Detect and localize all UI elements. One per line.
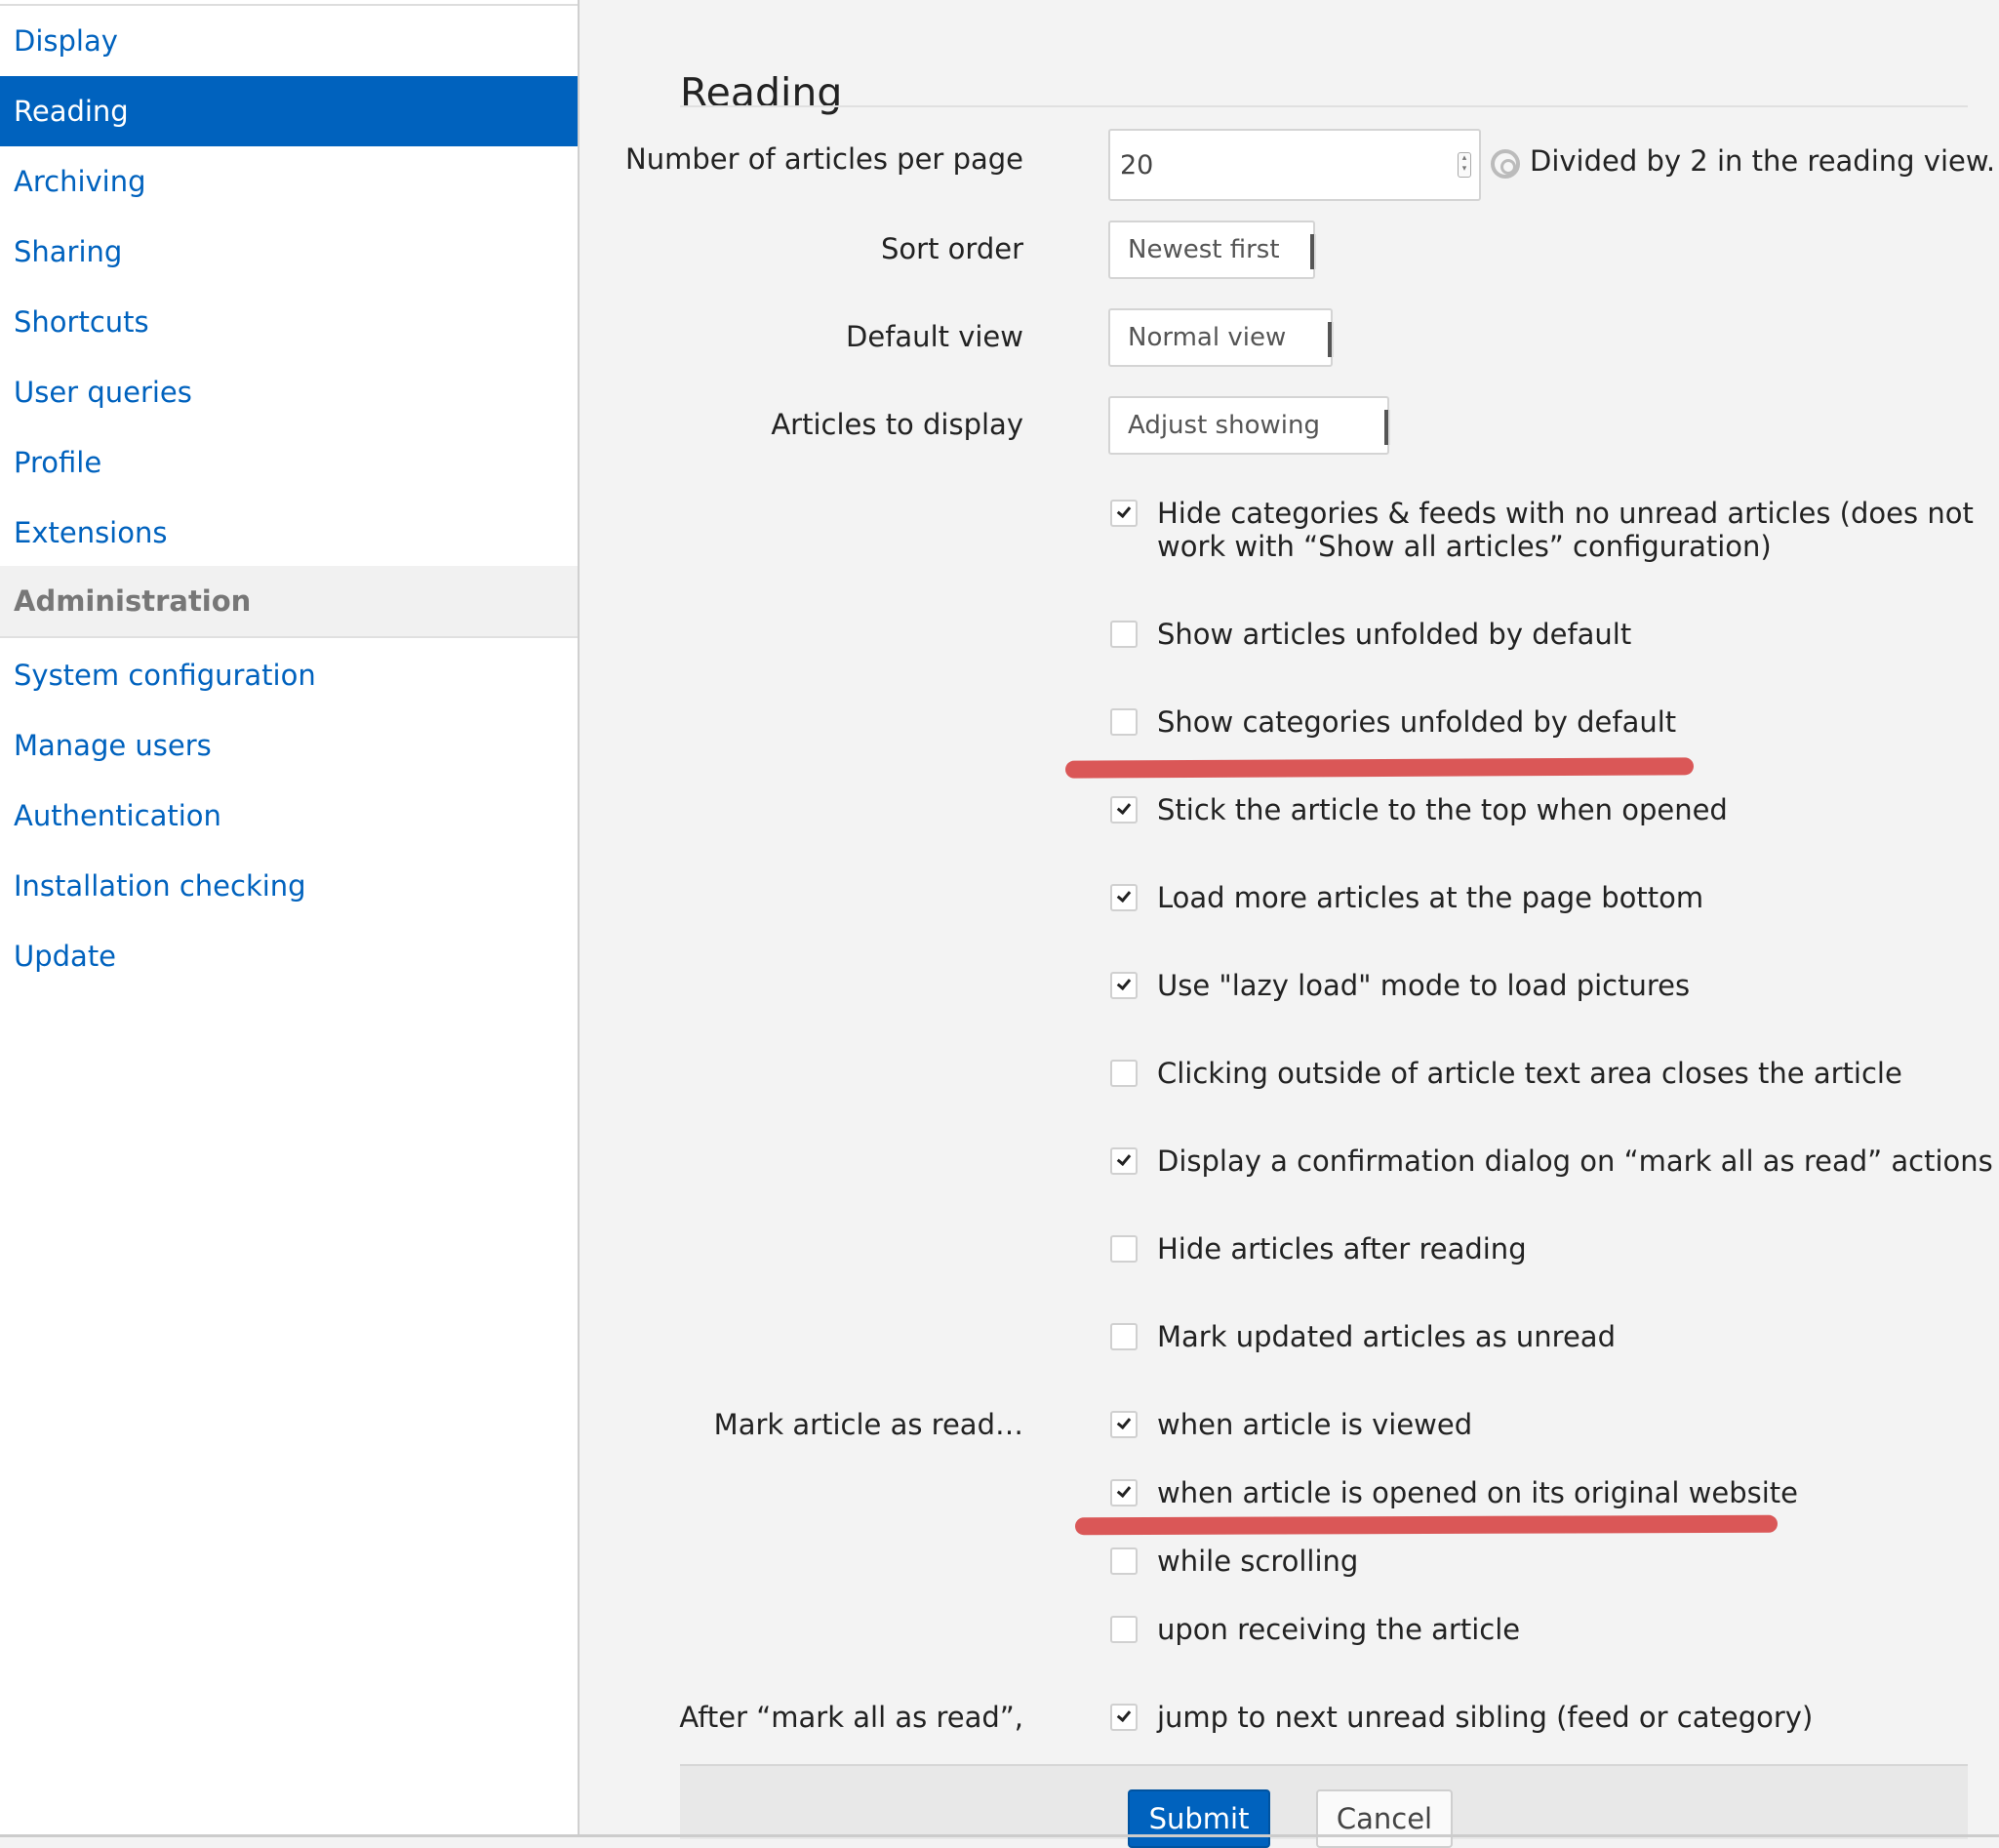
- checkbox[interactable]: [1110, 1147, 1138, 1175]
- option-label: Hide categories & feeds with no unread a…: [1157, 497, 1974, 563]
- select-caret-icon: [1328, 322, 1334, 357]
- option-label: upon receiving the article: [1157, 1613, 1521, 1646]
- checkbox[interactable]: [1110, 1060, 1138, 1087]
- cancel-button[interactable]: Cancel: [1316, 1789, 1453, 1848]
- sort-order-select[interactable]: Newest first: [1108, 221, 1316, 279]
- annotation-underline: [1074, 1514, 1779, 1536]
- option-click-outside-closes[interactable]: Clicking outside of article text area cl…: [1108, 1057, 1902, 1090]
- articles-to-display-select[interactable]: Adjust showing: [1108, 396, 1390, 455]
- sidebar-item-update[interactable]: Update: [0, 921, 578, 991]
- checkbox[interactable]: [1110, 1411, 1138, 1438]
- checkbox[interactable]: [1110, 1323, 1138, 1350]
- option-label: when article is viewed: [1157, 1408, 1473, 1441]
- option-mark-updated-unread[interactable]: Mark updated articles as unread: [1108, 1320, 1616, 1353]
- checkbox[interactable]: [1110, 708, 1138, 736]
- option-label: jump to next unread sibling (feed or cat…: [1157, 1701, 1814, 1734]
- option-load-more-bottom[interactable]: Load more articles at the page bottom: [1108, 881, 1703, 914]
- checkbox[interactable]: [1110, 1235, 1138, 1263]
- sidebar-item-installation-checking[interactable]: Installation checking: [0, 851, 578, 921]
- settings-sidebar: Display Reading Archiving Sharing Shortc…: [0, 0, 580, 1837]
- checkbox[interactable]: [1110, 1616, 1138, 1643]
- sidebar-item-shortcuts[interactable]: Shortcuts: [0, 287, 578, 357]
- option-stick-article-top[interactable]: Stick the article to the top when opened: [1108, 793, 1728, 826]
- checkbox[interactable]: [1110, 1479, 1138, 1507]
- option-label: Use "lazy load" mode to load pictures: [1157, 969, 1691, 1002]
- sidebar-item-authentication[interactable]: Authentication: [0, 781, 578, 851]
- spinner-arrows-icon[interactable]: ▴ ▾: [1458, 152, 1471, 178]
- option-label: Show categories unfolded by default: [1157, 705, 1677, 739]
- option-label: Show articles unfolded by default: [1157, 618, 1632, 651]
- checkbox[interactable]: [1110, 796, 1138, 824]
- option-confirm-mark-all[interactable]: Display a confirmation dialog on “mark a…: [1108, 1145, 1993, 1178]
- articles-to-display-label: Articles to display: [771, 408, 1023, 441]
- articles-to-display-value: Adjust showing: [1128, 411, 1320, 440]
- sidebar-item-display[interactable]: Display: [0, 6, 578, 76]
- option-label: while scrolling: [1157, 1545, 1359, 1578]
- option-show-categories-unfolded[interactable]: Show categories unfolded by default: [1108, 705, 1676, 739]
- articles-per-page-help: Divided by 2 in the reading view.: [1530, 144, 1996, 178]
- option-label: Stick the article to the top when opened: [1157, 793, 1728, 826]
- select-caret-icon: [1310, 234, 1316, 269]
- sort-order-value: Newest first: [1128, 235, 1280, 264]
- after-mark-all-label: After “mark all as read”,: [679, 1701, 1023, 1734]
- sidebar-item-manage-users[interactable]: Manage users: [0, 710, 578, 781]
- mark-read-when-opened-original[interactable]: when article is opened on its original w…: [1108, 1476, 1798, 1509]
- select-caret-icon: [1384, 410, 1390, 445]
- option-show-articles-unfolded[interactable]: Show articles unfolded by default: [1108, 618, 1631, 651]
- option-label: Hide articles after reading: [1157, 1232, 1527, 1265]
- page-title: Reading: [680, 69, 843, 117]
- sort-order-label: Sort order: [881, 232, 1023, 265]
- reading-settings-panel: Reading Number of articles per page ▴▾ D…: [580, 0, 1999, 1848]
- option-lazy-load[interactable]: Use "lazy load" mode to load pictures: [1108, 969, 1690, 1002]
- default-view-label: Default view: [846, 320, 1023, 353]
- option-label: Mark updated articles as unread: [1157, 1320, 1616, 1353]
- articles-per-page-input[interactable]: [1108, 129, 1481, 201]
- sidebar-item-system-configuration[interactable]: System configuration: [0, 640, 578, 710]
- option-label: when article is opened on its original w…: [1157, 1476, 1799, 1509]
- default-view-select[interactable]: Normal view: [1108, 308, 1334, 367]
- option-hide-after-reading[interactable]: Hide articles after reading: [1108, 1232, 1527, 1265]
- mark-read-upon-receiving[interactable]: upon receiving the article: [1108, 1613, 1520, 1646]
- option-label: Load more articles at the page bottom: [1157, 881, 1704, 914]
- option-label: Display a confirmation dialog on “mark a…: [1157, 1145, 1993, 1178]
- help-lifebuoy-icon: [1491, 149, 1520, 179]
- checkbox[interactable]: [1110, 1704, 1138, 1731]
- sidebar-item-extensions[interactable]: Extensions: [0, 498, 578, 568]
- sidebar-section-administration: Administration: [0, 566, 578, 638]
- mark-read-when-viewed[interactable]: when article is viewed: [1108, 1408, 1472, 1441]
- mark-as-read-label: Mark article as read…: [713, 1408, 1023, 1441]
- jump-to-next-unread[interactable]: jump to next unread sibling (feed or cat…: [1108, 1701, 1813, 1734]
- annotation-underline: [1064, 757, 1695, 779]
- checkbox[interactable]: [1110, 884, 1138, 911]
- checkbox[interactable]: [1110, 621, 1138, 648]
- sidebar-item-sharing[interactable]: Sharing: [0, 217, 578, 287]
- title-divider: [680, 105, 1968, 107]
- articles-per-page-label: Number of articles per page: [625, 142, 1023, 176]
- mark-read-while-scrolling[interactable]: while scrolling: [1108, 1545, 1358, 1578]
- checkbox[interactable]: [1110, 500, 1138, 527]
- checkbox[interactable]: [1110, 1547, 1138, 1575]
- sidebar-item-user-queries[interactable]: User queries: [0, 357, 578, 427]
- sidebar-item-reading[interactable]: Reading: [0, 76, 578, 146]
- option-label: Clicking outside of article text area cl…: [1157, 1057, 1902, 1090]
- sidebar-item-profile[interactable]: Profile: [0, 427, 578, 498]
- submit-button[interactable]: Submit: [1128, 1789, 1270, 1848]
- checkbox[interactable]: [1110, 972, 1138, 999]
- default-view-value: Normal view: [1128, 323, 1287, 352]
- sidebar-item-archiving[interactable]: Archiving: [0, 146, 578, 217]
- option-hide-empty-categories[interactable]: Hide categories & feeds with no unread a…: [1108, 497, 1999, 563]
